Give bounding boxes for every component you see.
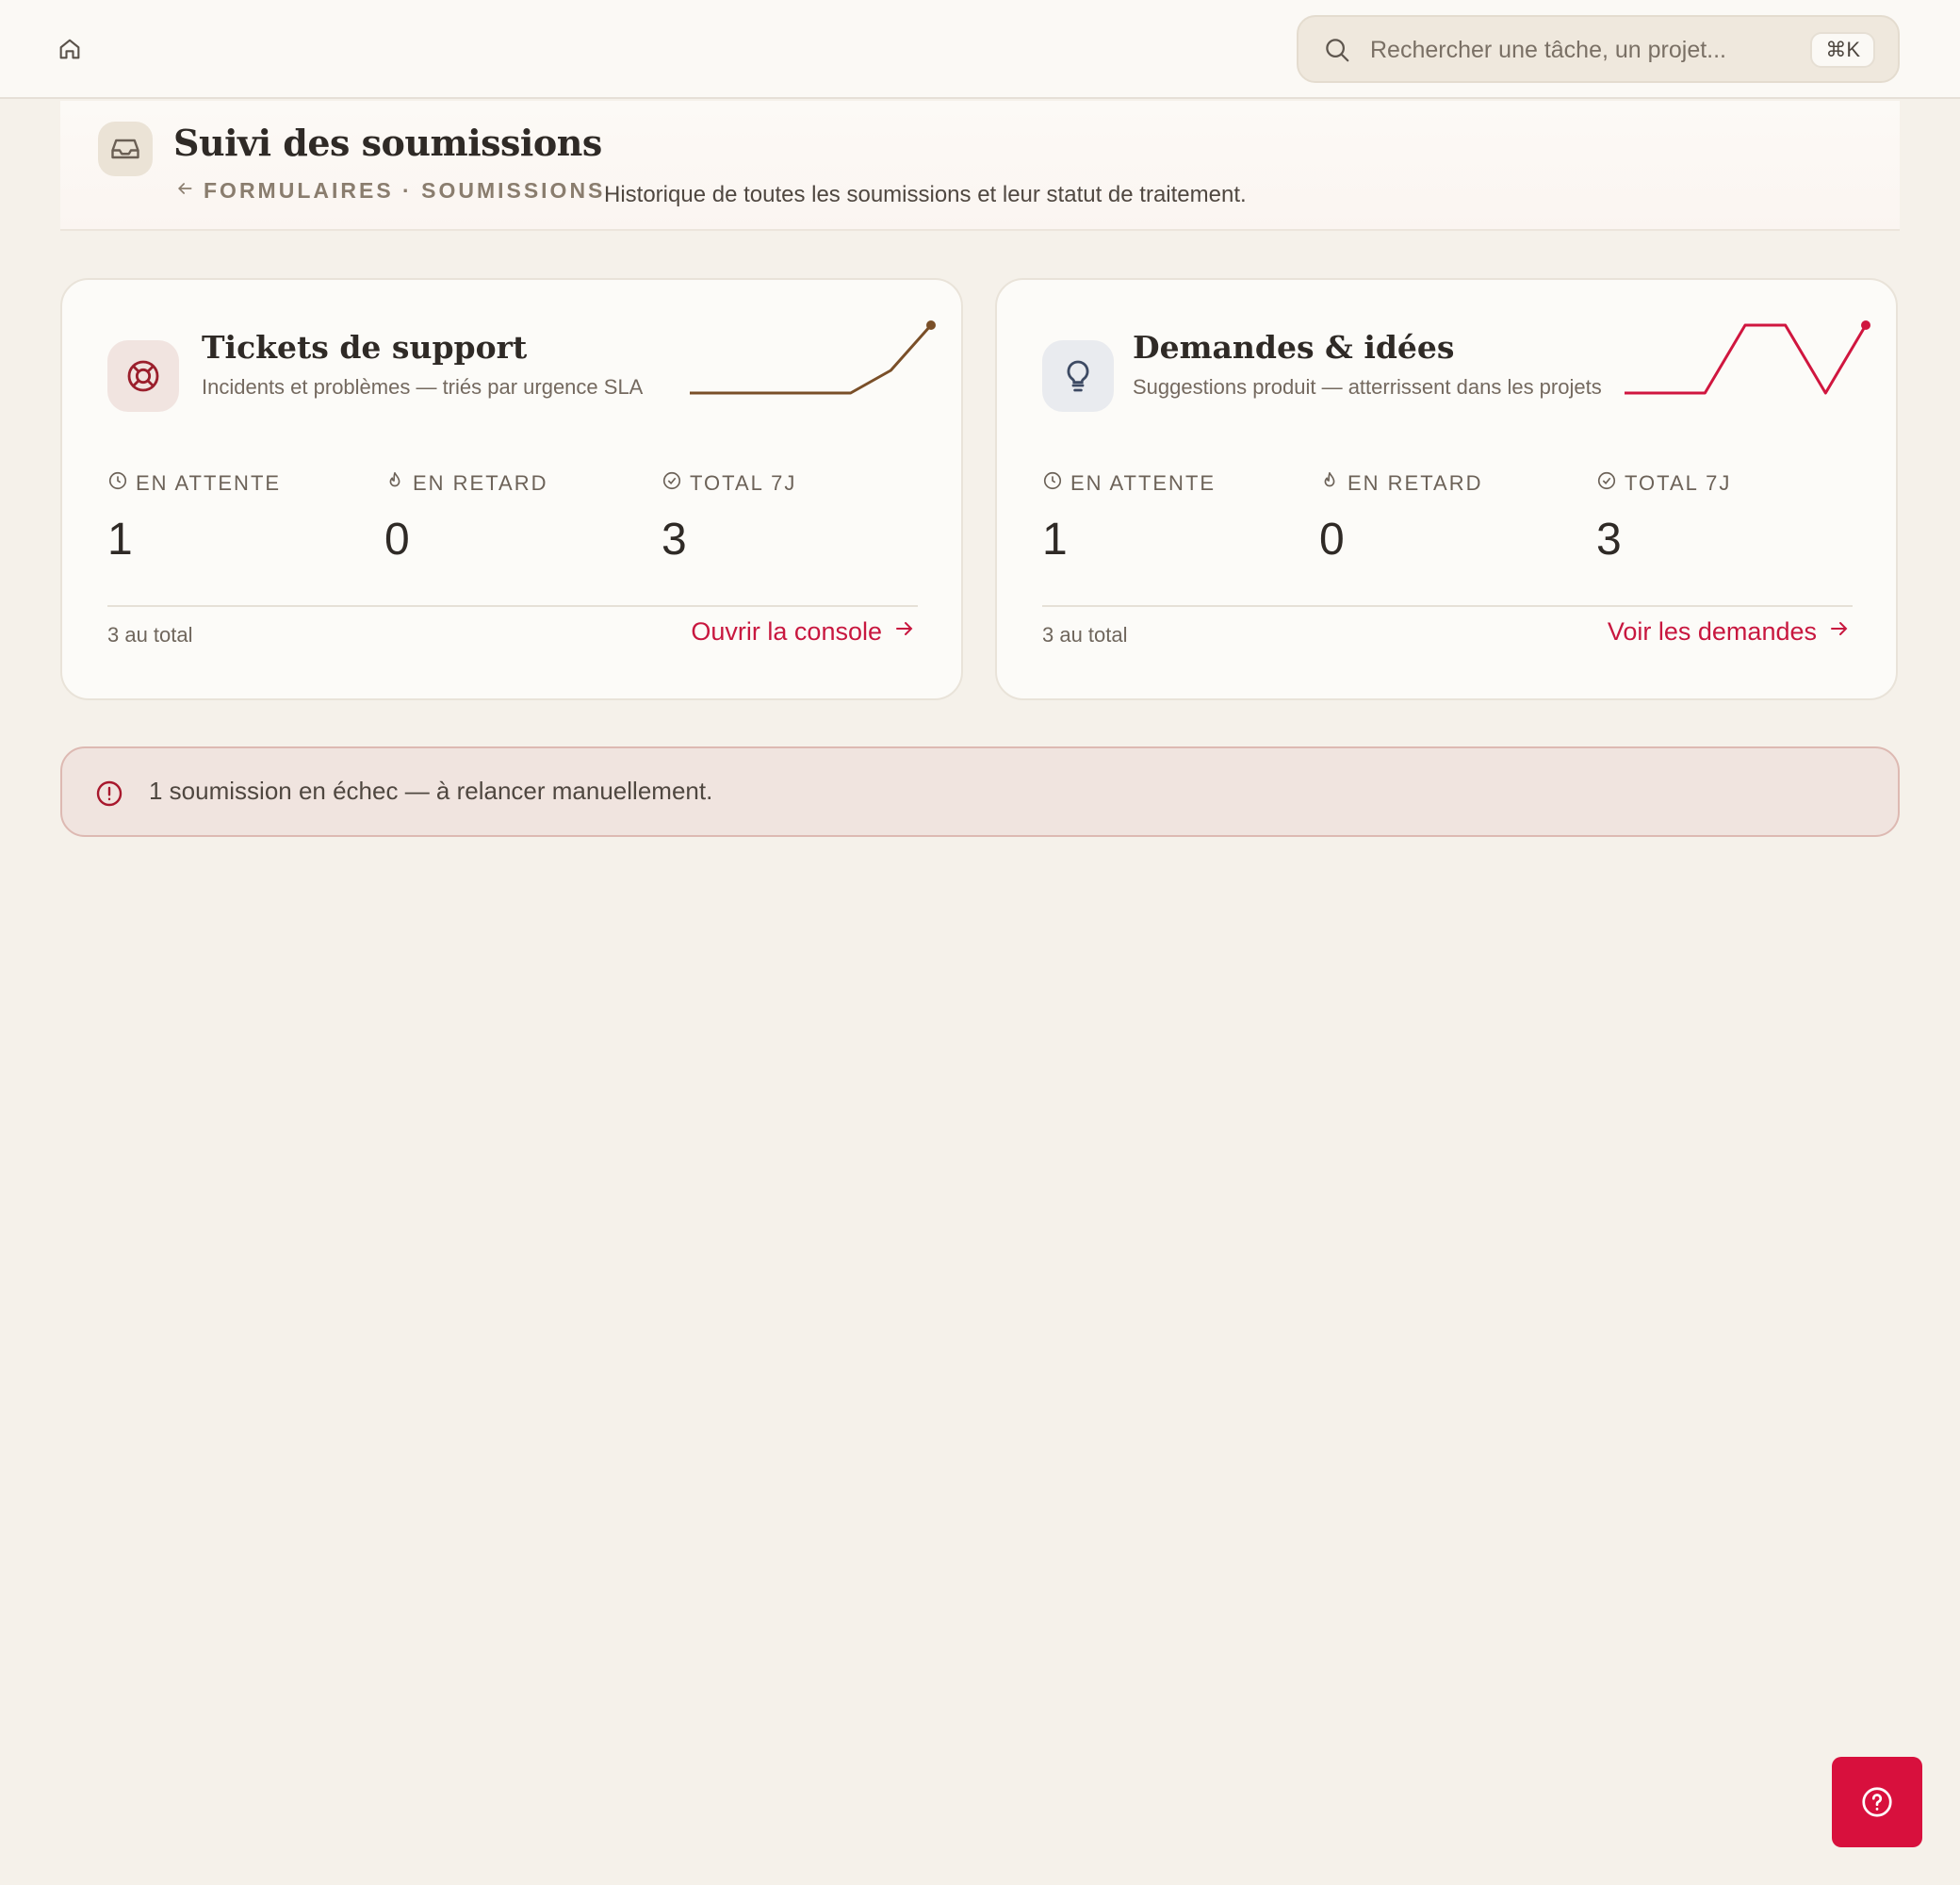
stat-label: TOTAL 7J [690, 471, 797, 495]
view-requests-link[interactable]: Voir les demandes [1608, 617, 1851, 647]
card-subtitle: Suggestions produit — atterrissent dans … [1133, 375, 1602, 399]
check-circle-icon [662, 470, 690, 497]
check-circle-icon [1596, 470, 1625, 497]
search-input[interactable] [1370, 30, 1785, 70]
arrow-left-icon[interactable] [175, 178, 194, 204]
card-title: Tickets de support [202, 329, 528, 366]
stat-late: EN RETARD 0 [384, 470, 629, 566]
stat-label: EN RETARD [1348, 471, 1483, 495]
flame-icon [1319, 470, 1348, 497]
sparkline-endpoint [926, 320, 936, 330]
page-description: Historique de toutes les soumissions et … [604, 182, 1247, 207]
divider [1042, 605, 1853, 607]
inbox-icon [98, 122, 153, 176]
shortcut-badge: ⌘K [1810, 32, 1875, 68]
stat-pending: EN ATTENTE 1 [1042, 470, 1287, 566]
stat-value: 0 [384, 515, 410, 565]
lifebuoy-icon [107, 340, 179, 412]
card-subtitle: Incidents et problèmes — triés par urgen… [202, 375, 644, 399]
stat-value: 0 [1319, 515, 1345, 565]
stat-total: TOTAL 7J 3 [662, 470, 906, 566]
failure-alert: 1 soumission en échec — à relancer manue… [60, 746, 1900, 837]
stat-label: EN RETARD [413, 471, 548, 495]
alert-text: 1 soumission en échec — à relancer manue… [149, 777, 713, 805]
page-header: Suivi des soumissions FORMULAIRES · SOUM… [60, 101, 1900, 231]
stat-total: TOTAL 7J 3 [1596, 470, 1841, 566]
card-title: Demandes & idées [1133, 329, 1455, 366]
divider [107, 605, 918, 607]
top-bar: ⌘K [0, 0, 1960, 99]
sparkline-endpoint [1861, 320, 1870, 330]
link-label[interactable]: Ouvrir la console [691, 617, 882, 647]
search-icon [1323, 36, 1353, 66]
arrow-right-icon[interactable] [1817, 617, 1851, 647]
sparkline-series [690, 324, 933, 395]
total-note: 3 au total [107, 623, 193, 647]
stat-late: EN RETARD 0 [1319, 470, 1564, 566]
clock-icon [107, 470, 136, 497]
stat-value: 3 [662, 515, 687, 565]
requests-ideas-card: Demandes & idées Suggestions produit — a… [995, 278, 1898, 700]
lightbulb-icon [1042, 340, 1114, 412]
breadcrumb-text[interactable]: FORMULAIRES · SOUMISSIONS [204, 178, 605, 204]
stat-value: 1 [1042, 515, 1068, 565]
link-label[interactable]: Voir les demandes [1608, 617, 1817, 647]
help-button[interactable] [1832, 1757, 1922, 1847]
stat-pending: EN ATTENTE 1 [107, 470, 352, 566]
open-console-link[interactable]: Ouvrir la console [691, 617, 916, 647]
home-icon[interactable] [57, 36, 87, 66]
total-note: 3 au total [1042, 623, 1128, 647]
sparkline-chart [690, 320, 936, 395]
page-title: Suivi des soumissions [173, 122, 602, 164]
search-bar[interactable]: ⌘K [1297, 15, 1900, 83]
stat-label: EN ATTENTE [136, 471, 282, 495]
arrow-right-icon[interactable] [882, 617, 916, 647]
sparkline-chart [1625, 320, 1870, 395]
flame-icon [384, 470, 413, 497]
stat-label: EN ATTENTE [1070, 471, 1217, 495]
clock-icon [1042, 470, 1070, 497]
stat-value: 3 [1596, 515, 1622, 565]
breadcrumb[interactable]: FORMULAIRES · SOUMISSIONS [175, 178, 605, 204]
stat-label: TOTAL 7J [1625, 471, 1732, 495]
sparkline-series [1625, 323, 1868, 395]
stat-value: 1 [107, 515, 133, 565]
support-tickets-card: Tickets de support Incidents et problème… [60, 278, 963, 700]
